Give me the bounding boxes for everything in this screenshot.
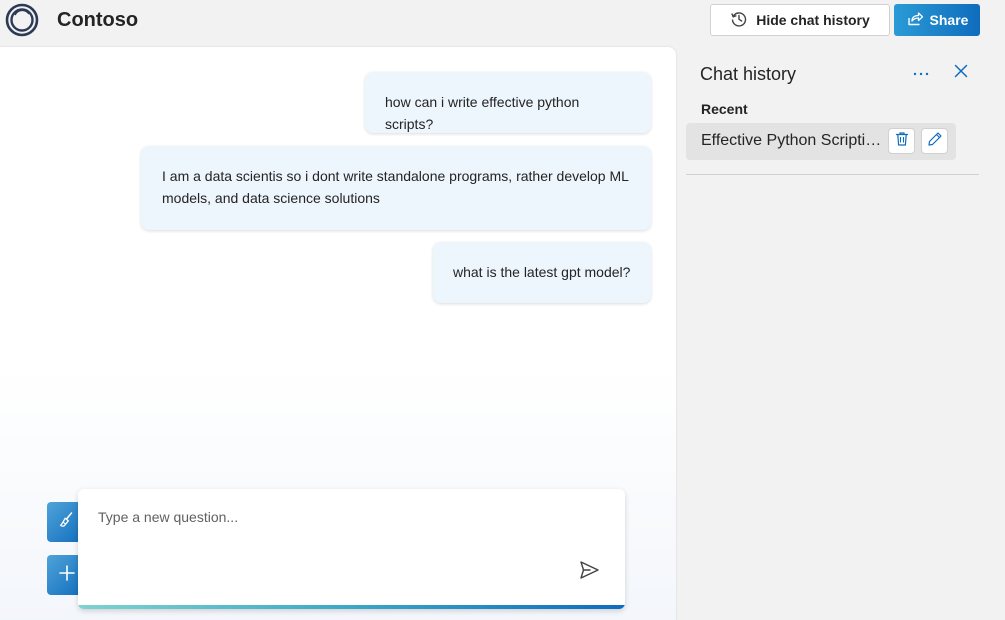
user-message: how can i write effective python scripts…: [365, 72, 651, 133]
user-message: what is the latest gpt model?: [433, 242, 651, 303]
send-button[interactable]: [576, 559, 602, 585]
send-icon: [578, 559, 600, 586]
history-icon: [730, 10, 748, 31]
share-button[interactable]: Share: [894, 4, 980, 36]
history-item-label: Effective Python Scripting...: [701, 132, 886, 149]
close-icon: [954, 64, 968, 83]
app-header: Contoso Hide chat history Share: [0, 0, 1005, 44]
input-accent-bar: [78, 605, 625, 609]
share-icon: [906, 10, 924, 31]
hide-chat-history-button[interactable]: Hide chat history: [710, 4, 890, 36]
more-horizontal-icon: [912, 64, 930, 82]
question-box: [78, 489, 625, 609]
chat-history-panel: Chat history Recent Effective Python Scr…: [684, 47, 1005, 620]
hide-chat-history-label: Hide chat history: [756, 12, 870, 28]
broom-icon: [57, 510, 77, 535]
trash-icon: [894, 131, 910, 152]
question-input[interactable]: [98, 505, 578, 529]
recent-section-label: Recent: [701, 101, 748, 117]
history-item[interactable]: Effective Python Scripting...: [686, 123, 956, 160]
close-history-button[interactable]: [950, 62, 972, 84]
contoso-logo-icon: [5, 3, 39, 37]
delete-chat-button[interactable]: [888, 128, 915, 154]
share-label: Share: [929, 12, 969, 28]
chat-history-title: Chat history: [700, 64, 797, 84]
user-message: I am a data scientis so i dont write sta…: [141, 146, 651, 230]
app-title: Contoso: [57, 9, 139, 31]
history-divider: [686, 174, 979, 175]
pencil-icon: [927, 131, 943, 152]
edit-chat-button[interactable]: [921, 128, 948, 154]
plus-icon: [57, 563, 77, 588]
chat-panel: how can i write effective python scripts…: [0, 47, 676, 620]
more-options-button[interactable]: [910, 62, 932, 84]
